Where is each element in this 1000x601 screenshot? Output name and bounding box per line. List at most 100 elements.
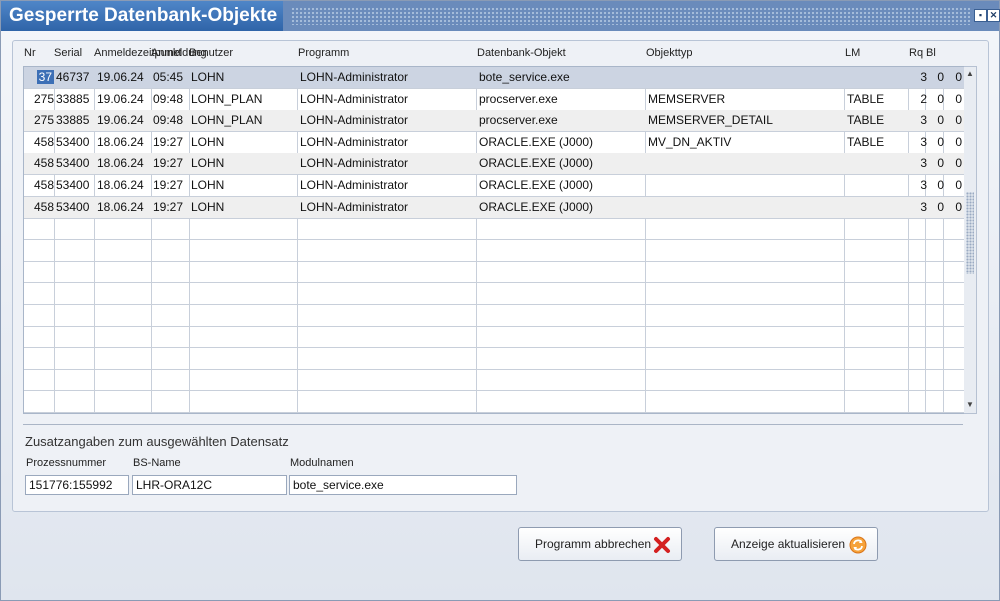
table-cell-serial: 53400 (56, 134, 90, 149)
table-row[interactable] (24, 326, 964, 349)
table-row[interactable] (24, 305, 964, 327)
column-header[interactable]: Programm (298, 47, 349, 65)
table-row[interactable]: 458 53400 18.06.24 19:27 LOHN LOHN-Administra… (24, 132, 964, 154)
modulnamen-label: Modulnamen (290, 457, 354, 469)
table-cell-bl: 0 (955, 156, 962, 171)
table-cell-bl: 0 (955, 134, 962, 149)
table-cell-nr: 275 (33, 91, 54, 106)
table-cell-time: 19:27 (153, 178, 184, 192)
title-bar-texture (291, 7, 971, 25)
title-bar[interactable]: Gesperrte Datenbank-Objekte ▪ ✕ (1, 1, 1000, 31)
column-header[interactable]: Datenbank-Objekt (477, 47, 566, 65)
table-row[interactable] (24, 348, 964, 370)
table-cell-anmeldung: LOHN (191, 199, 225, 214)
table-cell-typ (847, 175, 909, 196)
table-cell-nr: 37 (26, 67, 54, 88)
column-header[interactable]: Serial (54, 47, 82, 65)
column-header[interactable]: Bl (926, 47, 936, 65)
column-header[interactable]: Objekttyp (646, 47, 692, 65)
column-header[interactable]: Benutzer (189, 47, 233, 65)
scroll-down-icon[interactable]: ▼ (964, 399, 976, 411)
selected-cell[interactable]: 37 (36, 70, 54, 84)
table-cell-typ: TABLE (847, 134, 885, 149)
table-cell-programm: ORACLE.EXE (J000) (479, 134, 594, 149)
column-header[interactable]: Rq (909, 47, 923, 65)
table-cell-serial: 33885 (56, 113, 90, 128)
table-cell-date: 19.06.24 (97, 91, 144, 106)
table-cell-time: 19:27 (153, 134, 184, 149)
anzeige-aktualisieren-label: Anzeige aktualisieren (731, 537, 846, 551)
table-row[interactable] (24, 218, 964, 241)
table-cell-benutzer: LOHN-Administrator (300, 91, 409, 106)
bsname-label: BS-Name (133, 457, 181, 469)
table-row[interactable]: 458 53400 18.06.24 19:27 LOHN LOHN-Administra… (24, 175, 964, 197)
table-cell-time: 19:27 (153, 156, 184, 171)
table-cell-bl: 0 (955, 199, 962, 214)
table-row[interactable]: 458 53400 18.06.24 19:27 LOHN LOHN-Administra… (24, 153, 964, 176)
table-cell-objekt (648, 153, 846, 174)
table-row[interactable] (24, 240, 964, 262)
table-cell-nr: 458 (33, 134, 54, 149)
table-cell-objekt (648, 197, 846, 218)
table-cell-anmeldung: LOHN (191, 178, 225, 192)
table-row[interactable]: 275 33885 19.06.24 09:48 LOHN_PLAN LOHN-Admin… (24, 89, 964, 111)
table-cell-time: 19:27 (153, 199, 184, 214)
table-cell-date: 18.06.24 (97, 199, 144, 214)
table-cell-benutzer: LOHN-Administrator (300, 134, 409, 149)
anzeige-aktualisieren-button[interactable]: Anzeige aktualisieren (714, 527, 878, 561)
table-cell-rq: 0 (937, 70, 944, 84)
table-cell-serial: 53400 (56, 156, 90, 171)
table-cell-programm: ORACLE.EXE (J000) (479, 178, 594, 192)
table-cell-bl: 0 (955, 113, 962, 128)
table-cell-typ (847, 197, 909, 218)
table-cell-bl: 0 (955, 70, 962, 84)
table-cell-date: 19.06.24 (97, 70, 144, 84)
prozessnummer-field[interactable]: 151776:155992 (25, 475, 129, 495)
table-row[interactable]: 275 33885 19.06.24 09:48 LOHN_PLAN LOHN-Admin… (24, 110, 964, 133)
table-cell-date: 18.06.24 (97, 178, 144, 192)
table-row[interactable] (24, 369, 964, 392)
scrollbar-grip[interactable] (966, 192, 974, 274)
red-x-icon (654, 537, 670, 553)
table-cell-programm: procserver.exe (479, 91, 558, 106)
modulnamen-field[interactable]: bote_service.exe (289, 475, 517, 495)
table-cell-anmeldung: LOHN (191, 156, 225, 171)
window: Gesperrte Datenbank-Objekte ▪ ✕ Nr Serial… (0, 0, 1000, 601)
table-cell-objekt: MV_DN_AKTIV (648, 134, 732, 149)
table-cell-date: 19.06.24 (97, 113, 144, 128)
table-cell-nr: 275 (33, 113, 54, 128)
table-cell-time: 05:45 (153, 70, 184, 84)
table-cell-rq: 0 (937, 91, 944, 106)
table-cell-typ (847, 67, 909, 88)
table-cell-programm: ORACLE.EXE (J000) (479, 199, 594, 214)
close-icon[interactable]: ✕ (987, 9, 1000, 22)
table-cell-time: 09:48 (153, 113, 184, 128)
maximize-icon[interactable]: ▪ (974, 9, 987, 22)
scroll-up-icon[interactable]: ▲ (964, 68, 976, 80)
table-cell-nr: 458 (33, 178, 54, 192)
table-cell-nr: 458 (33, 199, 54, 214)
bsname-field[interactable]: LHR-ORA12C (132, 475, 287, 495)
table-cell-programm: ORACLE.EXE (J000) (479, 156, 594, 171)
table-cell-lm: 3 (920, 178, 927, 192)
table-cell-benutzer: LOHN-Administrator (300, 199, 409, 214)
table-row[interactable]: 37 46737 19.06.24 05:45 LOHN LOHN-Administrat… (24, 67, 964, 89)
table-cell-typ (847, 153, 909, 174)
table-row[interactable]: 458 53400 18.06.24 19:27 LOHN LOHN-Administra… (24, 196, 964, 219)
table-scrollbar[interactable]: ▲ ▼ (964, 66, 977, 414)
locked-objects-table[interactable]: 37 46737 19.06.24 05:45 LOHN LOHN-Administrat… (23, 66, 965, 414)
section-divider (23, 424, 963, 425)
table-row[interactable] (24, 391, 964, 413)
table-row[interactable] (24, 261, 964, 284)
programm-abbrechen-button[interactable]: Programm abbrechen (518, 527, 682, 561)
table-row[interactable] (24, 283, 964, 305)
table-cell-rq: 0 (937, 156, 944, 171)
column-header[interactable]: Nr (24, 47, 36, 65)
column-header[interactable]: LM (845, 47, 860, 65)
table-cell-objekt: MEMSERVER_DETAIL (648, 113, 773, 128)
programm-abbrechen-label: Programm abbrechen (535, 537, 652, 551)
table-cell-anmeldung: LOHN (191, 134, 225, 149)
prozessnummer-label: Prozessnummer (26, 457, 107, 469)
table-cell-typ: TABLE (847, 113, 885, 128)
table-cell-nr: 458 (33, 156, 54, 171)
